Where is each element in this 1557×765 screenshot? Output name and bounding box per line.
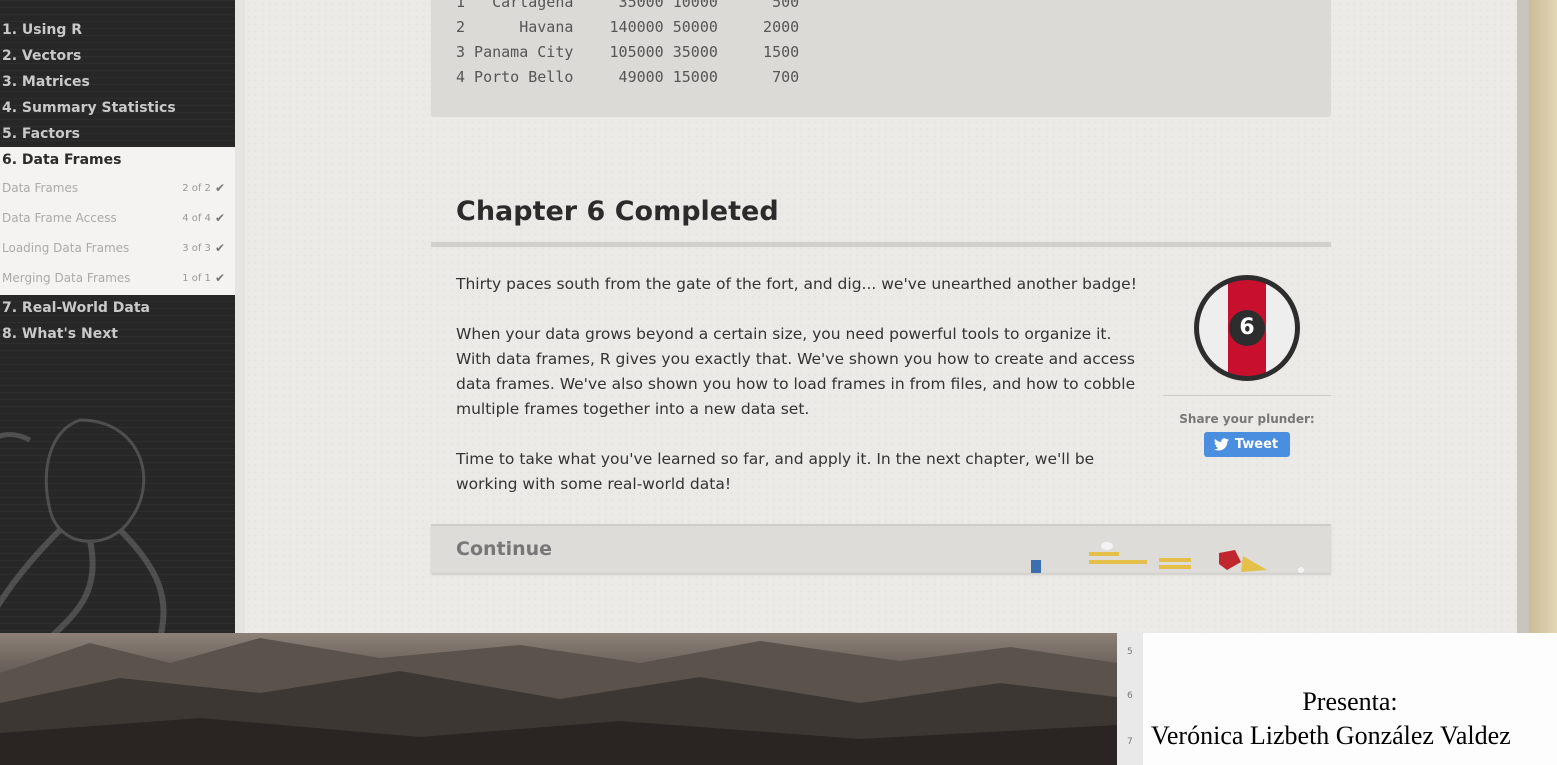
check-icon: ✔ [214, 211, 225, 225]
tweet-button[interactable]: Tweet [1203, 432, 1291, 457]
ruler-mark: 6 [1127, 691, 1133, 701]
ruler-mark: 5 [1127, 647, 1133, 657]
badge-divider [1163, 395, 1331, 396]
console-output: 1 Cartagena 35000 10000 500 2 Havana 140… [431, 0, 1331, 117]
ruler-mark: 7 [1127, 737, 1133, 747]
sidebar-active-chapter: 6. Data Frames Data Frames 2 of 2 ✔ Data … [0, 147, 235, 295]
console-row: 1 Cartagena 35000 10000 500 [456, 0, 800, 11]
check-icon: ✔ [214, 181, 225, 195]
sidebar-section-data-frames[interactable]: Data Frames 2 of 2 ✔ [0, 173, 235, 203]
mountain-landscape [0, 638, 1117, 765]
badge-panel: 6 Share your plunder: Tweet [1163, 275, 1331, 457]
lesson-content: 1 Cartagena 35000 10000 500 2 Havana 140… [245, 0, 1517, 633]
summary-paragraph: Thirty paces south from the gate of the … [456, 275, 1137, 293]
document-author: Verónica Lizbeth González Valdez [1151, 721, 1511, 750]
title-divider [431, 242, 1331, 247]
section-label: Data Frame Access [2, 211, 117, 225]
sidebar-section-merging-data-frames[interactable]: Merging Data Frames 1 of 1 ✔ [0, 263, 235, 293]
sidebar-chapter-real-world-data[interactable]: 7. Real-World Data [0, 295, 235, 321]
map-background-edge [1529, 0, 1557, 633]
sidebar-chapter-factors[interactable]: 5. Factors [0, 121, 235, 147]
continue-button[interactable]: Continue [431, 524, 1331, 573]
course-sidebar: 1. Using R 2. Vectors 3. Matrices 4. Sum… [0, 0, 235, 633]
tweet-label: Tweet [1234, 437, 1279, 452]
sidebar-chapter-using-r[interactable]: 1. Using R [0, 17, 235, 43]
check-icon: ✔ [214, 241, 225, 255]
desktop-wallpaper [0, 633, 1117, 765]
summary-paragraph: When your data grows beyond a certain si… [456, 325, 1136, 418]
sidebar-section-data-frame-access[interactable]: Data Frame Access 4 of 4 ✔ [0, 203, 235, 233]
console-row: 3 Panama City 105000 35000 1500 [456, 43, 800, 61]
sidebar-chapter-summary-statistics[interactable]: 4. Summary Statistics [0, 95, 235, 121]
badge-number: 6 [1229, 310, 1265, 346]
sidebar-chapter-whats-next[interactable]: 8. What's Next [0, 321, 235, 347]
section-label: Loading Data Frames [2, 241, 130, 255]
sidebar-section-loading-data-frames[interactable]: Loading Data Frames 3 of 3 ✔ [0, 233, 235, 263]
summary-paragraph: Time to take what you've learned so far,… [456, 450, 1095, 493]
section-progress: 1 of 1 [182, 272, 211, 284]
document-page: Presenta: Verónica Lizbeth González Vald… [1143, 633, 1557, 765]
treasure-map-decoration [1031, 542, 1304, 573]
section-label: Merging Data Frames [2, 271, 131, 285]
chapter-summary: Thirty paces south from the gate of the … [456, 272, 1146, 522]
share-label: Share your plunder: [1179, 412, 1315, 426]
console-row: 2 Havana 140000 50000 2000 [456, 18, 800, 36]
continue-label: Continue [456, 538, 553, 560]
content-border [1517, 0, 1529, 633]
console-row: 4 Porto Bello 49000 15000 700 [456, 68, 800, 86]
octopus-illustration [0, 418, 167, 633]
sidebar-divider [235, 0, 245, 633]
document-ruler: 5 6 7 [1117, 633, 1144, 765]
twitter-bird-icon [1213, 438, 1229, 451]
section-progress: 4 of 4 [182, 212, 211, 224]
section-progress: 2 of 2 [182, 182, 211, 194]
chapter-title: Chapter 6 Completed [456, 196, 779, 227]
section-label: Data Frames [2, 181, 79, 195]
check-icon: ✔ [214, 271, 225, 285]
sidebar-chapter-vectors[interactable]: 2. Vectors [0, 43, 235, 69]
sidebar-chapter-data-frames[interactable]: 6. Data Frames [0, 147, 235, 173]
section-progress: 3 of 3 [182, 242, 211, 254]
sidebar-chapter-matrices[interactable]: 3. Matrices [0, 69, 235, 95]
document-heading: Presenta: [1302, 687, 1398, 716]
chapter-badge: 6 [1194, 275, 1300, 381]
